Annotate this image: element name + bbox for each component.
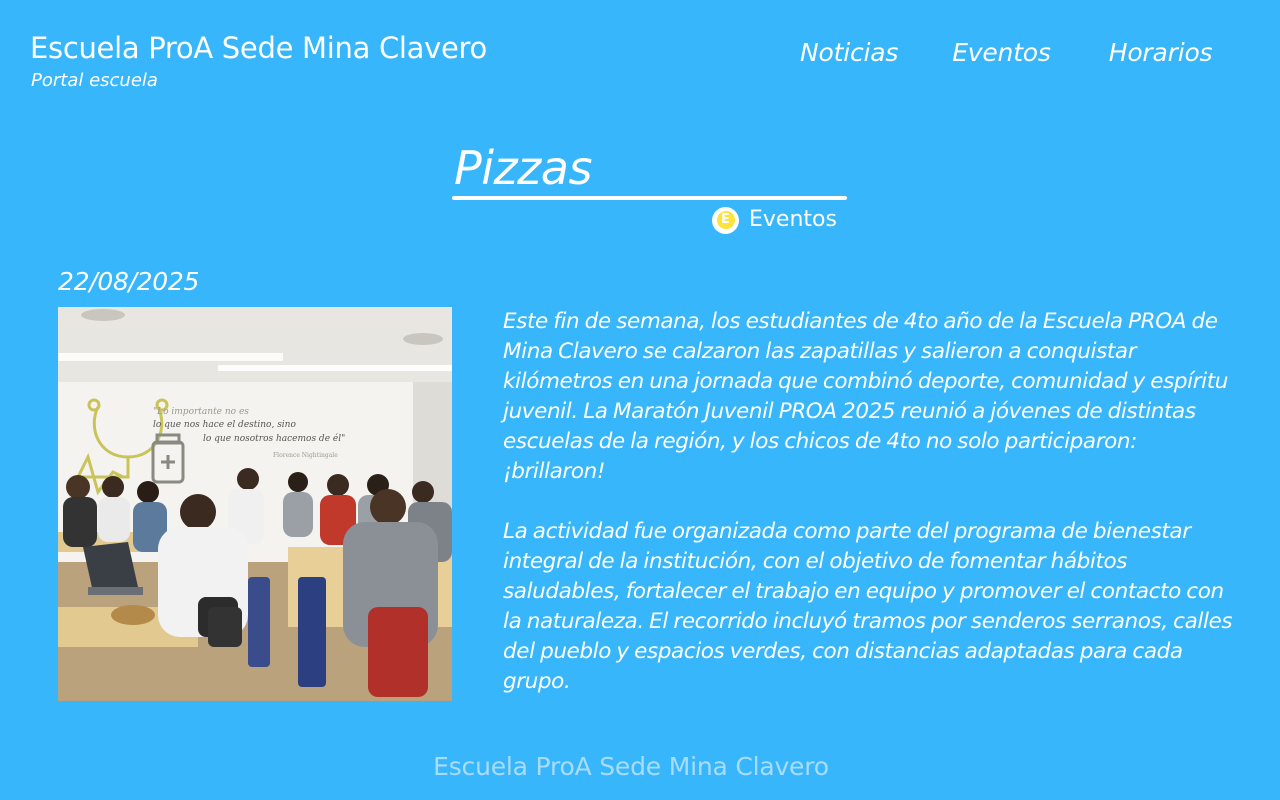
site-footer: Escuela ProA Sede Mina Clavero <box>433 752 829 781</box>
post-image: "Lo importante no es lo que nos hace el … <box>58 307 452 701</box>
post-paragraph: Este fin de semana, los estudiantes de 4… <box>503 309 1229 484</box>
nav-link-eventos[interactable]: Eventos <box>952 38 1051 67</box>
site-header: Escuela ProA Sede Mina Clavero Portal es… <box>30 30 1250 100</box>
site-title[interactable]: Escuela ProA Sede Mina Clavero <box>30 30 487 66</box>
svg-text:"Lo importante no es: "Lo importante no es <box>153 407 249 417</box>
category-tag[interactable]: E Eventos <box>712 206 837 234</box>
category-icon-letter: E <box>716 211 735 229</box>
post-title: Pizzas <box>454 141 592 195</box>
nav-link-noticias[interactable]: Noticias <box>800 38 898 67</box>
site-subtitle: Portal escuela <box>31 70 158 91</box>
svg-text:Florence Nightingale: Florence Nightingale <box>273 452 338 459</box>
post-paragraph: La actividad fue organizada como parte d… <box>503 519 1233 694</box>
post-date: 22/08/2025 <box>58 267 200 296</box>
svg-text:lo que nos hace el destino, si: lo que nos hace el destino, sino <box>153 420 296 430</box>
category-label: Eventos <box>749 207 837 232</box>
title-divider <box>452 196 847 200</box>
main-nav: Noticias Eventos Horarios <box>800 32 1213 72</box>
post-body: Este fin de semana, los estudiantes de 4… <box>503 307 1233 727</box>
svg-text:lo que nosotros hacemos de él": lo que nosotros hacemos de él" <box>203 433 345 444</box>
nav-link-horarios[interactable]: Horarios <box>1109 38 1213 67</box>
category-e-icon: E <box>712 206 739 234</box>
